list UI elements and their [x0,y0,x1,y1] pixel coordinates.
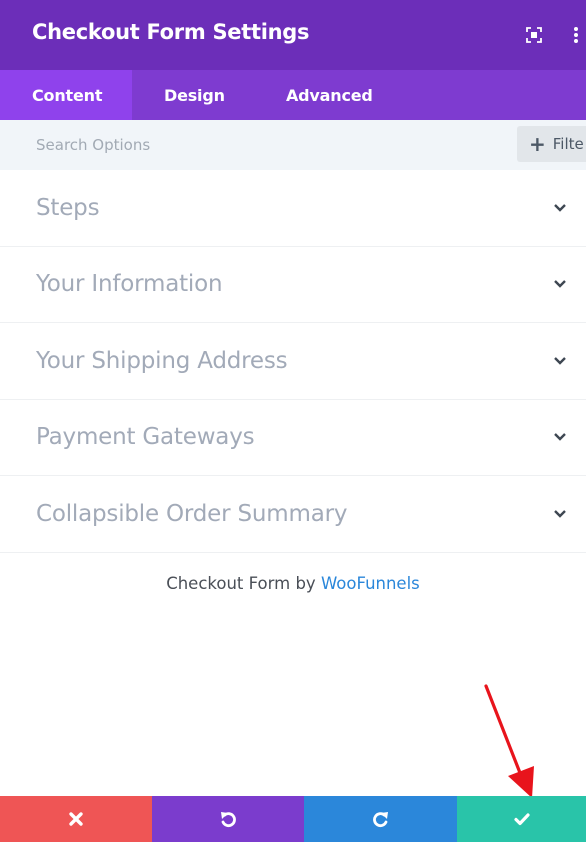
section-shipping-address[interactable]: Your Shipping Address [0,323,586,400]
chevron-down-icon [554,356,566,365]
tab-bar: Content Design Advanced [0,70,586,120]
discard-button[interactable] [0,796,152,842]
search-bar [0,120,586,170]
section-your-information[interactable]: Your Information [0,247,586,323]
tab-content[interactable]: Content [0,70,132,120]
more-vertical-icon[interactable] [566,25,586,45]
chevron-down-icon [554,433,566,441]
section-title: Your Information [36,271,223,298]
woofunnels-link[interactable]: WooFunnels [321,574,420,593]
credit-prefix: Checkout Form by [166,574,321,593]
settings-header: Checkout Form Settings [0,0,586,70]
chevron-down-icon [554,203,566,212]
save-button[interactable] [457,796,586,842]
undo-button[interactable] [152,796,304,842]
search-input[interactable] [0,120,500,170]
settings-sections: Steps Your Information Your Shipping Add… [0,170,586,553]
module-credit: Checkout Form by WooFunnels [0,574,586,593]
filter-button[interactable]: + Filte [517,126,586,162]
section-title: Your Shipping Address [36,347,288,374]
action-bar [0,796,586,842]
section-steps[interactable]: Steps [0,170,586,247]
expand-icon[interactable] [524,25,544,45]
modal-title: Checkout Form Settings [32,20,310,44]
section-title: Collapsible Order Summary [36,500,348,527]
annotation-arrow-icon [484,684,534,798]
tab-design[interactable]: Design [132,70,254,120]
filter-label: Filte [552,135,584,153]
section-title: Payment Gateways [36,424,255,451]
check-icon [513,813,530,826]
section-order-summary[interactable]: Collapsible Order Summary [0,476,586,553]
close-icon [69,812,83,826]
undo-icon [221,812,236,827]
redo-icon [372,812,388,827]
chevron-down-icon [554,280,566,288]
chevron-down-icon [554,509,566,518]
section-title: Steps [36,194,100,221]
tab-advanced[interactable]: Advanced [254,70,373,120]
section-payment-gateways[interactable]: Payment Gateways [0,400,586,476]
redo-button[interactable] [304,796,457,842]
plus-icon: + [529,132,546,156]
